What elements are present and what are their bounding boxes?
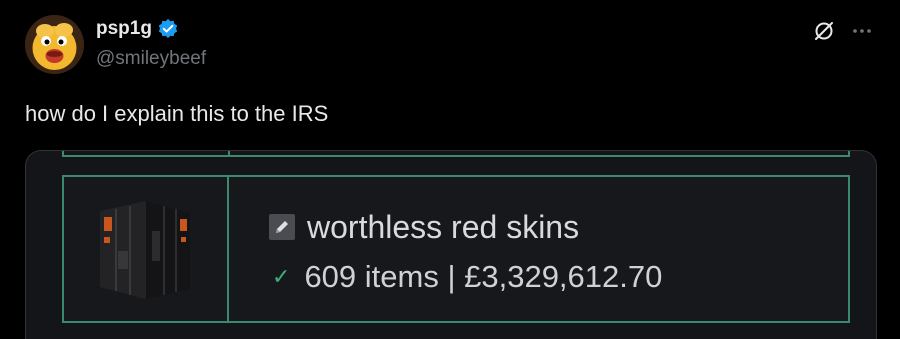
grok-icon[interactable] xyxy=(812,19,836,43)
item-count-row: ✓ 609 items | £3,329,612.70 xyxy=(272,259,662,295)
pencil-icon[interactable] xyxy=(269,214,295,240)
tweet-media[interactable]: worthless red skins ✓ 609 items | £3,329… xyxy=(25,150,877,339)
storage-case-image xyxy=(86,191,206,306)
item-name-row: worthless red skins xyxy=(269,209,579,245)
column-divider xyxy=(227,177,229,321)
avatar[interactable] xyxy=(25,15,84,74)
table-top-divider xyxy=(228,151,230,157)
more-icon[interactable] xyxy=(850,21,874,41)
author-name-row[interactable]: psp1g xyxy=(96,17,179,41)
table-top-rule xyxy=(62,151,850,157)
author-handle[interactable]: @smileybeef xyxy=(96,47,206,71)
inventory-row: worthless red skins ✓ 609 items | £3,329… xyxy=(62,175,850,323)
item-count-value: 609 items | £3,329,612.70 xyxy=(304,259,663,294)
author-display-name[interactable]: psp1g xyxy=(96,17,152,41)
tweet-text: how do I explain this to the IRS xyxy=(25,101,329,126)
check-icon: ✓ xyxy=(272,264,291,289)
item-name: worthless red skins xyxy=(307,209,580,245)
verified-badge-icon[interactable] xyxy=(157,18,179,40)
